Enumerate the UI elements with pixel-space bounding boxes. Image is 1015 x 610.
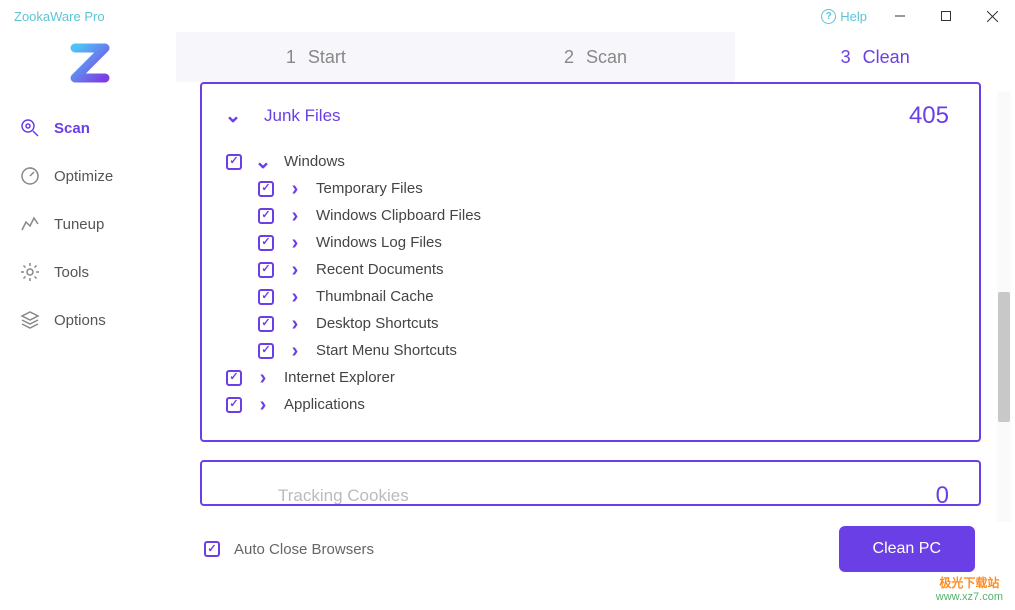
app-title: ZookaWare Pro [14,9,105,24]
checkbox[interactable] [258,235,274,251]
tools-icon [20,262,40,282]
minimize-button[interactable] [877,0,923,32]
chevron-down-icon[interactable] [226,111,240,121]
item-log-files[interactable]: Windows Log Files [222,229,959,256]
help-label: Help [840,9,867,24]
step-clean[interactable]: 3Clean [735,32,1015,82]
checkbox[interactable] [226,154,242,170]
item-label: Start Menu Shortcuts [316,342,457,359]
watermark: 极光下载站 www.xz7.com [936,576,1003,604]
sidebar-item-label: Scan [54,120,90,137]
help-icon: ? [821,9,836,24]
scan-icon [20,118,40,138]
sidebar: Scan Optimize Tuneup Tools Options [0,32,180,610]
checkbox[interactable] [258,289,274,305]
card-title: Tracking Cookies [278,486,409,506]
item-recent-docs[interactable]: Recent Documents [222,256,959,283]
optimize-icon [20,166,40,186]
main-panel: 1Start 2Scan 3Clean Junk Files 405 Windo… [180,32,1015,610]
sidebar-item-tuneup[interactable]: Tuneup [0,200,180,248]
group-windows[interactable]: Windows [222,148,959,175]
item-label: Desktop Shortcuts [316,315,439,332]
maximize-button[interactable] [923,0,969,32]
titlebar: ZookaWare Pro ? Help [0,0,1015,32]
chevron-right-icon[interactable] [288,182,302,196]
item-desktop-shortcuts[interactable]: Desktop Shortcuts [222,310,959,337]
chevron-right-icon[interactable] [288,344,302,358]
step-start[interactable]: 1Start [176,32,456,82]
card-title: Junk Files [264,106,341,126]
sidebar-item-label: Tuneup [54,216,104,233]
checkbox[interactable] [258,316,274,332]
junk-files-card: Junk Files 405 Windows Temporary Files W… [200,82,981,442]
chevron-right-icon[interactable] [256,398,270,412]
sidebar-item-options[interactable]: Options [0,296,180,344]
auto-close-label: Auto Close Browsers [234,541,374,558]
checkbox[interactable] [258,208,274,224]
group-applications[interactable]: Applications [222,391,959,418]
checkbox[interactable] [258,262,274,278]
group-ie[interactable]: Internet Explorer [222,364,959,391]
item-label: Recent Documents [316,261,444,278]
chevron-right-icon[interactable] [256,371,270,385]
group-label: Internet Explorer [284,369,395,386]
item-startmenu-shortcuts[interactable]: Start Menu Shortcuts [222,337,959,364]
sidebar-item-tools[interactable]: Tools [0,248,180,296]
item-label: Thumbnail Cache [316,288,434,305]
checkbox[interactable] [258,343,274,359]
chevron-right-icon[interactable] [288,263,302,277]
card-count: 0 [936,482,949,506]
item-clipboard-files[interactable]: Windows Clipboard Files [222,202,959,229]
close-button[interactable] [969,0,1015,32]
item-label: Temporary Files [316,180,423,197]
clean-pc-button[interactable]: Clean PC [839,526,975,572]
chevron-right-icon[interactable] [288,209,302,223]
item-thumb-cache[interactable]: Thumbnail Cache [222,283,959,310]
item-label: Windows Clipboard Files [316,207,481,224]
tuneup-icon [20,214,40,234]
checkbox[interactable] [258,181,274,197]
sidebar-item-label: Options [54,312,106,329]
step-bar: 1Start 2Scan 3Clean [176,32,1015,82]
chevron-down-icon[interactable] [256,157,270,167]
tracking-cookies-card: Tracking Cookies 0 [200,460,981,506]
card-count: 405 [909,102,949,130]
scrollbar-track[interactable] [997,92,1011,522]
options-icon [20,310,40,330]
app-logo [0,40,180,86]
sidebar-item-label: Tools [54,264,89,281]
sidebar-item-label: Optimize [54,168,113,185]
checkbox[interactable] [226,370,242,386]
step-scan[interactable]: 2Scan [456,32,736,82]
item-label: Windows Log Files [316,234,442,251]
chevron-right-icon[interactable] [288,290,302,304]
group-label: Windows [284,153,345,170]
chevron-right-icon[interactable] [288,317,302,331]
help-link[interactable]: ? Help [811,9,877,24]
auto-close-checkbox[interactable] [204,541,220,557]
chevron-right-icon[interactable] [288,236,302,250]
results-scroll[interactable]: Junk Files 405 Windows Temporary Files W… [200,82,985,512]
sidebar-item-scan[interactable]: Scan [0,104,180,152]
item-temp-files[interactable]: Temporary Files [222,175,959,202]
footer: Auto Close Browsers Clean PC [200,512,985,586]
sidebar-item-optimize[interactable]: Optimize [0,152,180,200]
checkbox[interactable] [226,397,242,413]
group-label: Applications [284,396,365,413]
scrollbar-thumb[interactable] [998,292,1010,422]
